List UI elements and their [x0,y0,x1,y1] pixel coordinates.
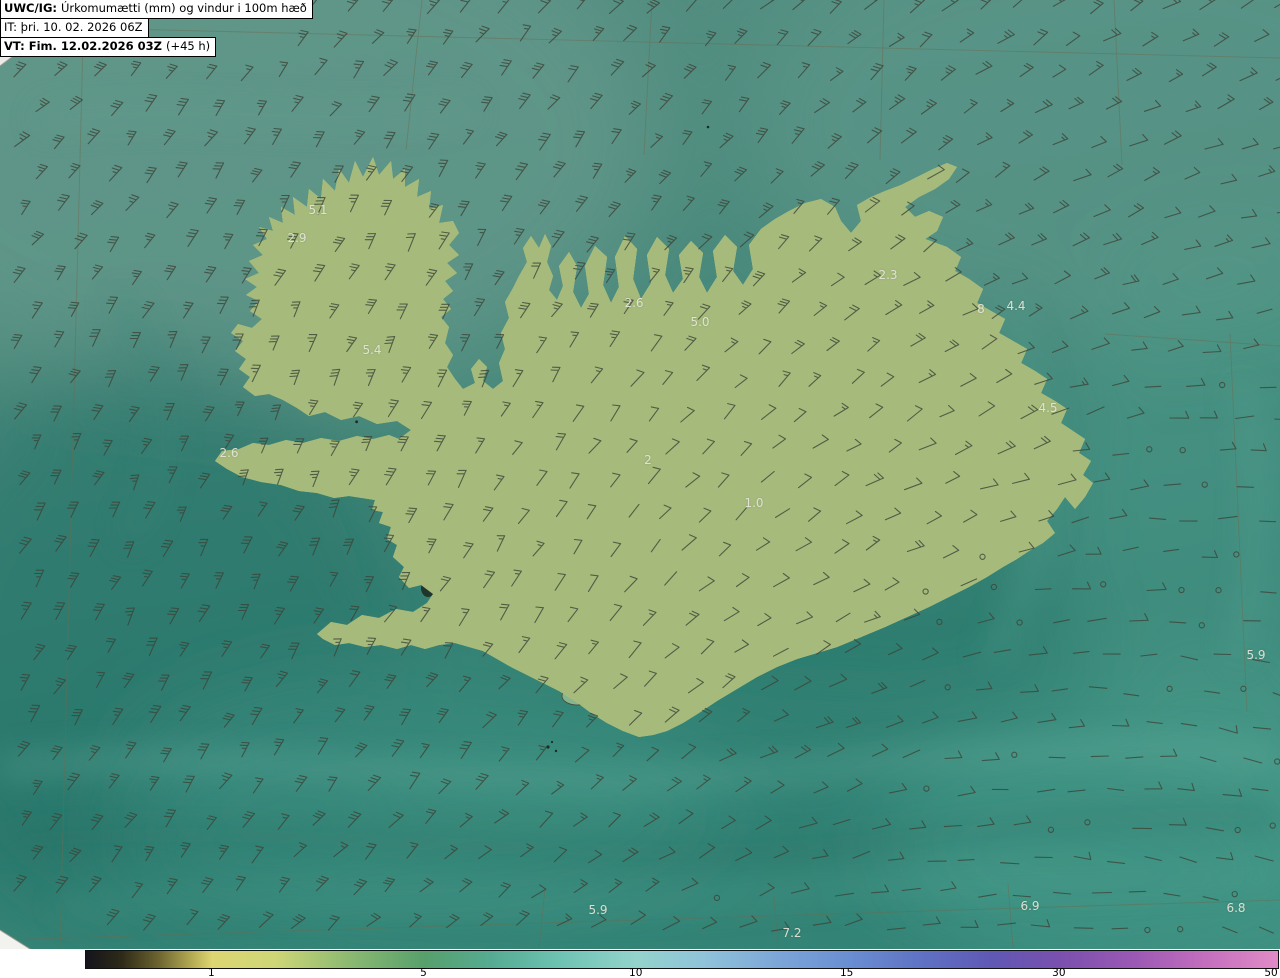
model-id: UWC/IG: [4,1,57,15]
valid-time-line: VT: Fim. 12.02.2026 03Z (+45 h) [0,36,217,57]
model-title: Úrkomumætti (mm) og vindur i 100m hæð [60,1,307,15]
init-time: IT: þri. 10. 02. 2026 06Z [4,19,143,34]
colorbar-tick-label: 30 [1052,967,1066,978]
colorbar-tick-label: 15 [840,967,854,978]
model-title-line: UWC/IG: Úrkomumætti (mm) og vindur i 100m… [0,0,313,19]
colorbar-tick-label: 50 [1264,967,1278,978]
colorbar-tick-label: 5 [420,967,427,978]
forecast-map-product: 5.1 2.9 5.4 2.6 2.6 5.0 2.3 8 4.4 4.5 2 1.0 5.9 5.9 7.… [0,0,1280,978]
colorbar-tick-label: 10 [629,967,643,978]
colorbar-tick-labels: 1 5 10 15 30 50 [85,967,1278,978]
valid-time: VT: Fim. 12.02.2026 03Z [4,38,162,53]
map-canvas [0,0,1280,978]
colorbar-tick-label: 1 [208,967,215,978]
valid-time-suffix: (+45 h) [165,38,211,53]
map-title-box: UWC/IG: Úrkomumætti (mm) og vindur i 100m… [0,0,313,57]
init-time-line: IT: þri. 10. 02. 2026 06Z [0,17,149,38]
colorbar: 1 5 10 15 30 50 [0,949,1280,978]
